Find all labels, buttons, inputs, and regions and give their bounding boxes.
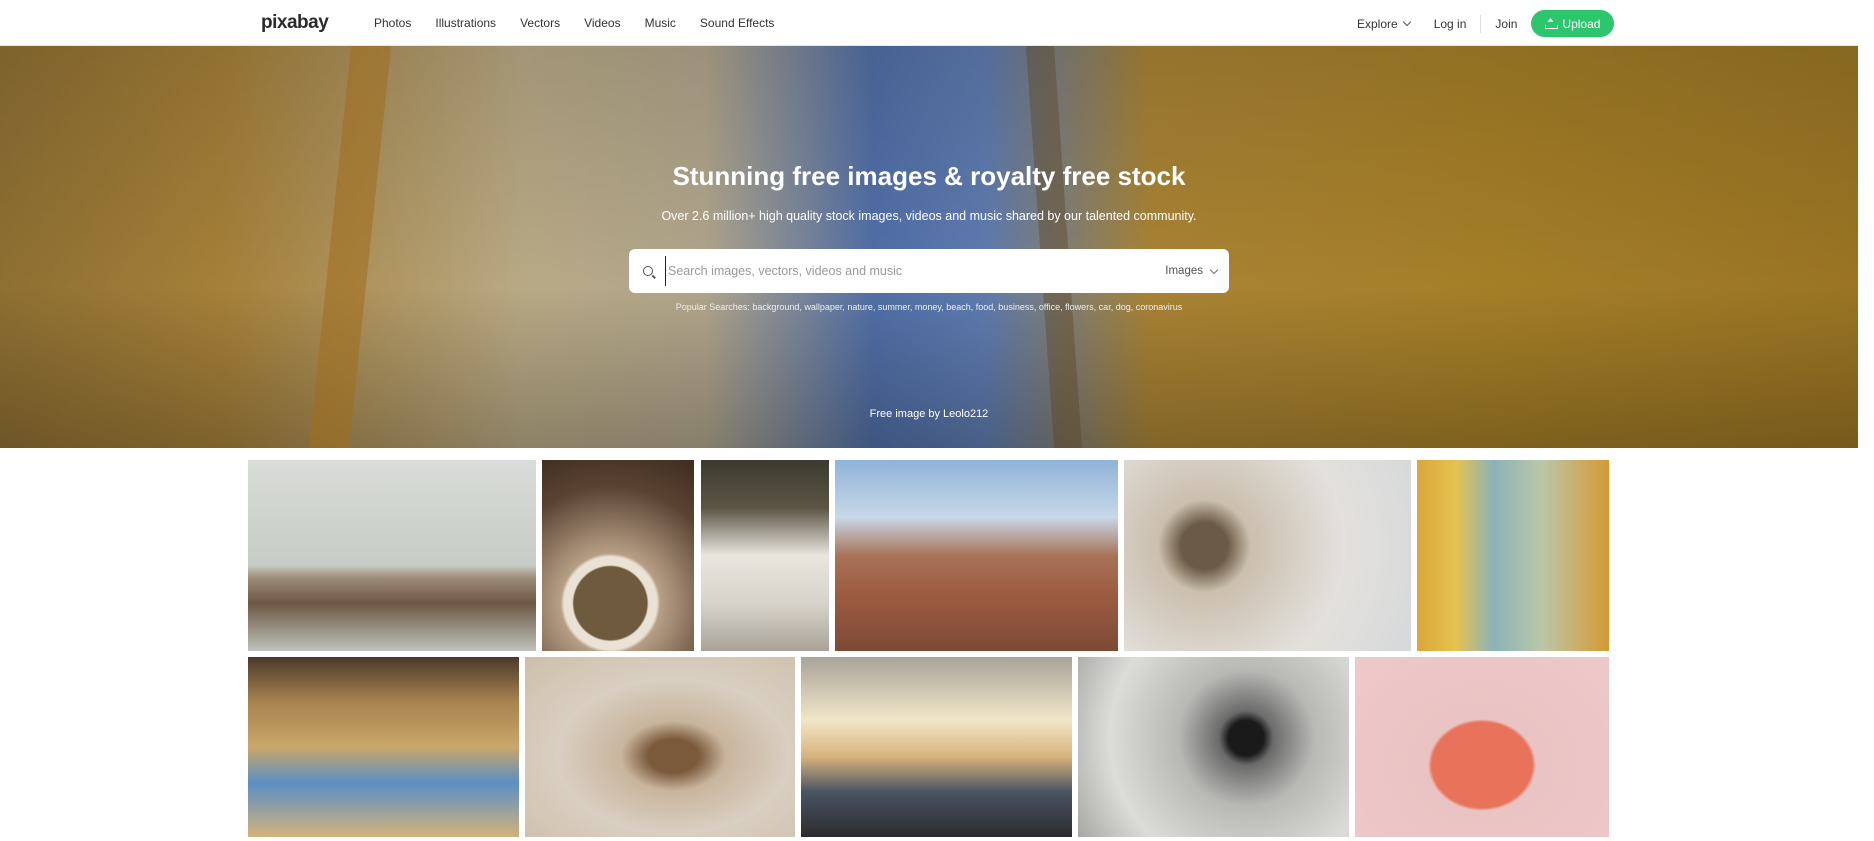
upload-label: Upload <box>1562 16 1601 31</box>
explore-label: Explore <box>1357 16 1398 31</box>
hero-subtitle: Over 2.6 million+ high quality stock ima… <box>661 209 1197 223</box>
upload-icon <box>1545 18 1559 29</box>
nav-vectors[interactable]: Vectors <box>520 16 560 30</box>
explore-menu[interactable]: Explore <box>1357 16 1411 31</box>
search-icon[interactable] <box>643 266 653 276</box>
nav-illustrations[interactable]: Illustrations <box>435 16 496 30</box>
popular-terms[interactable]: background, wallpaper, nature, summer, m… <box>752 302 1182 312</box>
image-credit[interactable]: Free image by Leolo212 <box>0 408 1858 420</box>
top-navigation-bar: pixabay Photos Illustrations Vectors Vid… <box>0 0 1858 46</box>
pixabay-logo[interactable]: pixabay <box>261 12 329 34</box>
sparrow-photo[interactable] <box>525 657 795 837</box>
search-input[interactable] <box>665 256 1166 286</box>
chevron-down-icon <box>1209 265 1219 274</box>
hero-banner: Stunning free images & royalty free stoc… <box>0 46 1858 448</box>
family-photo[interactable] <box>701 460 829 651</box>
join-link[interactable]: Join <box>1495 17 1517 31</box>
nav-sound-effects[interactable]: Sound Effects <box>700 16 775 30</box>
baskets-photo[interactable] <box>248 657 519 837</box>
nav-music[interactable]: Music <box>645 16 676 30</box>
search-type-label: Images <box>1165 265 1203 277</box>
graduation-couple-photo[interactable] <box>801 657 1072 837</box>
hero-shadow <box>308 46 392 448</box>
hero-shadow <box>1025 46 1083 448</box>
hero-title: Stunning free images & royalty free stoc… <box>672 161 1186 191</box>
nav-photos[interactable]: Photos <box>374 16 411 30</box>
upload-button[interactable]: Upload <box>1531 10 1615 37</box>
search-bar: Images <box>629 249 1229 293</box>
fox-flowers-illustration[interactable] <box>1355 657 1609 837</box>
nav-divider <box>1480 14 1482 33</box>
cat-sleeping-photo[interactable] <box>248 460 536 651</box>
search-type-dropdown[interactable]: Images <box>1165 265 1219 277</box>
login-link[interactable]: Log in <box>1434 17 1467 31</box>
horse-eye-photo[interactable] <box>1078 657 1349 837</box>
dried-flower-photo[interactable] <box>1124 460 1411 651</box>
popular-searches: Popular Searches: background, wallpaper,… <box>0 302 1858 312</box>
popular-label: Popular Searches: <box>675 302 750 312</box>
main-nav: Photos Illustrations Vectors Videos Musi… <box>374 16 774 30</box>
chevron-down-icon <box>1402 17 1411 27</box>
nav-videos[interactable]: Videos <box>584 16 620 30</box>
account-nav: Explore Log in Join Upload <box>1357 10 1615 37</box>
fox-illustration[interactable] <box>1417 460 1609 651</box>
food-bowl-photo[interactable] <box>542 460 694 651</box>
city-rooftops-photo[interactable] <box>835 460 1118 651</box>
